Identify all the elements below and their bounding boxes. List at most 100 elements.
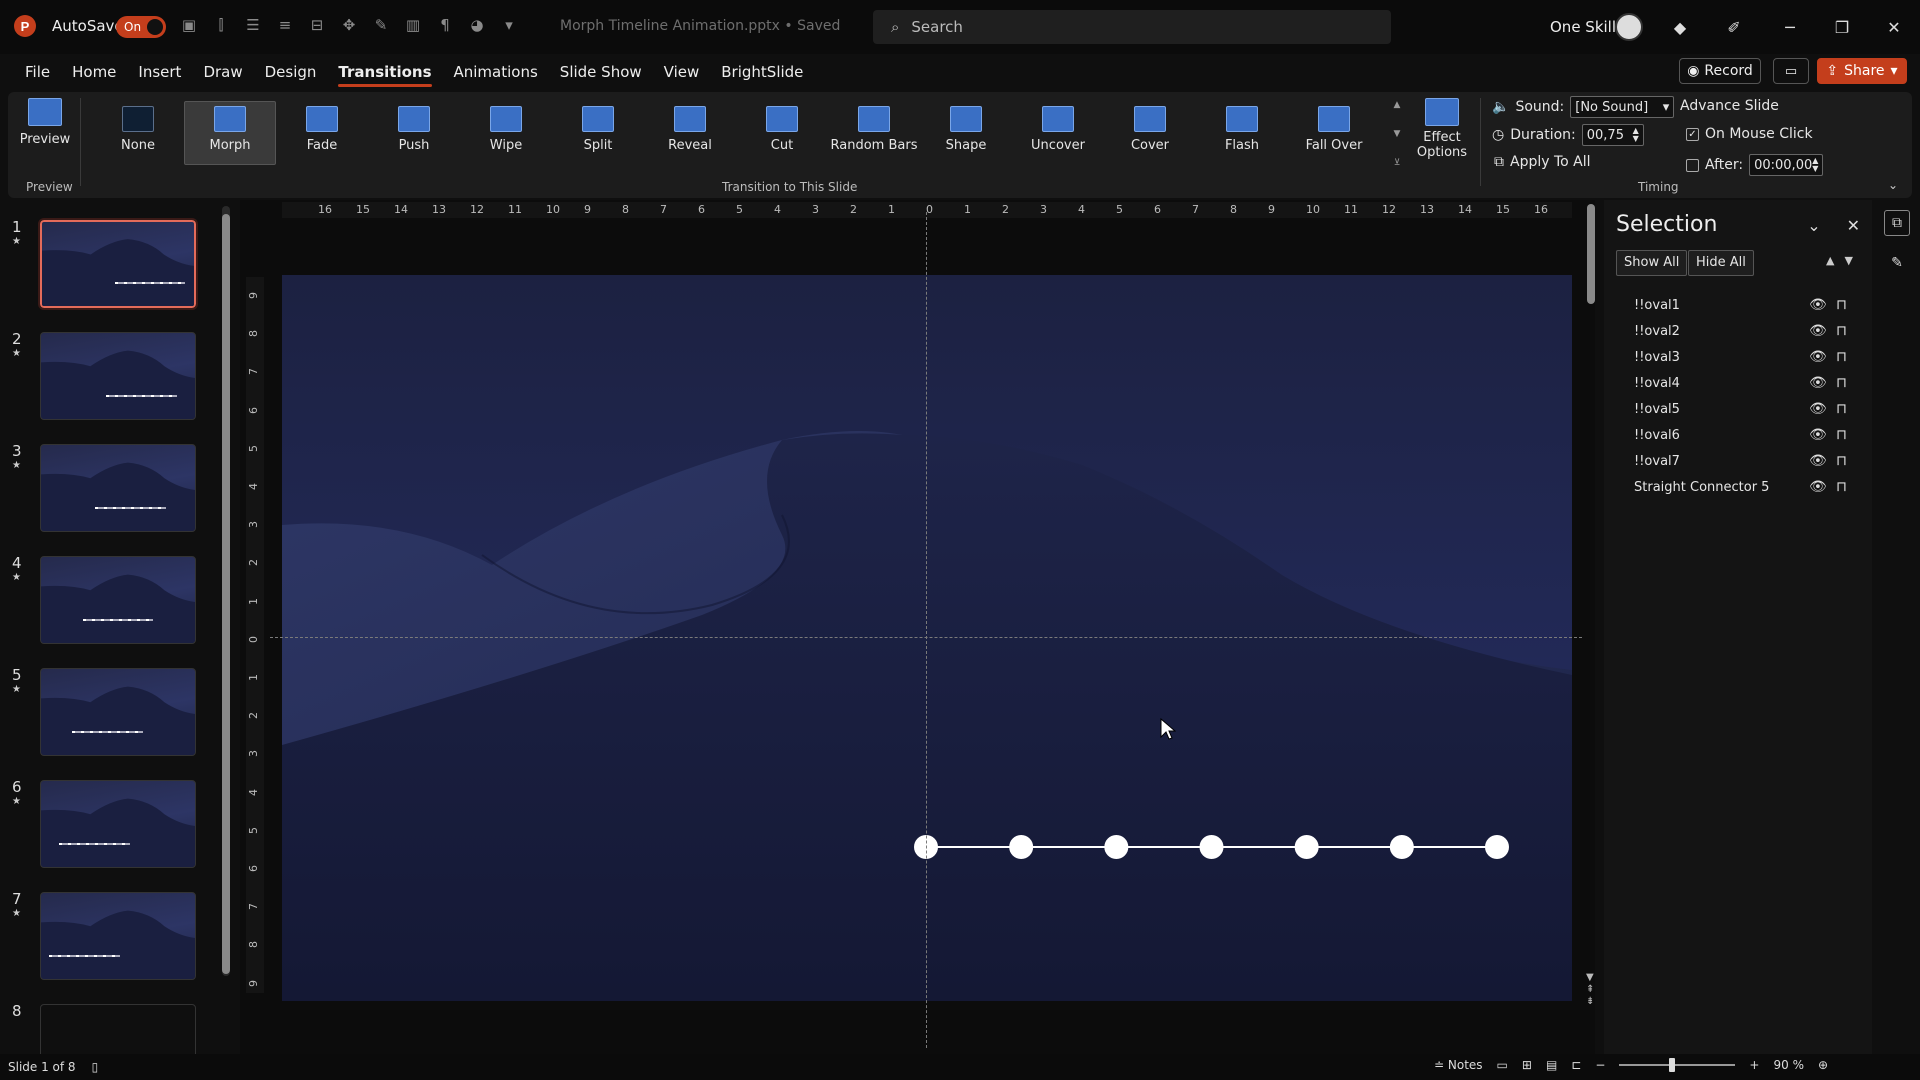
unlock-icon[interactable]: ⊓	[1836, 323, 1847, 339]
account-name[interactable]: One Skill	[1550, 18, 1616, 36]
fit-slide-icon[interactable]: ⊕	[1818, 1058, 1828, 1072]
unlock-icon[interactable]: ⊓	[1836, 349, 1847, 365]
eye-icon[interactable]: 👁	[1809, 375, 1827, 391]
unlock-icon[interactable]: ⊓	[1836, 375, 1847, 391]
eye-icon[interactable]: 👁	[1809, 401, 1827, 417]
slide-thumbnail[interactable]	[40, 668, 196, 756]
after-checkbox[interactable]	[1686, 158, 1699, 172]
eye-icon[interactable]: 👁	[1809, 297, 1827, 313]
after-stepper[interactable]: 00:00,00 ▲ ▼	[1749, 154, 1824, 176]
tab-slide-show[interactable]: Slide Show	[549, 61, 653, 87]
sound-dropdown[interactable]: [No Sound] ▾	[1570, 96, 1675, 118]
align-icon[interactable]: ⫿	[210, 14, 232, 36]
autosave-toggle[interactable]: On	[116, 16, 166, 38]
selection-list-item[interactable]: !!oval4 👁 ⊓	[1604, 370, 1872, 396]
bring-forward-icon[interactable]: ▲	[1826, 254, 1834, 267]
format-painter-icon[interactable]: ✎	[370, 14, 392, 36]
spin-arrows-icon[interactable]: ▲ ▼	[1633, 127, 1639, 143]
notes-button[interactable]: ≐ Notes	[1434, 1058, 1483, 1072]
effect-options-button[interactable]: Effect Options	[1413, 98, 1471, 160]
align-left-icon[interactable]: ≡	[274, 14, 296, 36]
zoom-slider[interactable]	[1619, 1058, 1736, 1072]
share-button[interactable]: ⇪ Share ▾	[1817, 58, 1907, 84]
chart-icon[interactable]: ▥	[402, 14, 424, 36]
slide-thumbnail-row[interactable]: 4 ★	[0, 554, 236, 654]
tab-animations[interactable]: Animations	[443, 61, 549, 87]
slideshow-icon[interactable]: ⊏	[1571, 1058, 1581, 1072]
pen-icon[interactable]: ✐	[1719, 12, 1749, 42]
slide-thumbnail[interactable]	[40, 780, 196, 868]
eye-icon[interactable]: 👁	[1809, 479, 1827, 495]
slide-thumbnail-row[interactable]: 6 ★	[0, 778, 236, 878]
slide-thumbnail-row[interactable]: 1 ★	[0, 218, 236, 318]
accessibility-icon[interactable]: ▯	[92, 1060, 99, 1074]
shape-fill-icon[interactable]: ◕	[466, 14, 488, 36]
zoom-out-icon[interactable]: −	[1595, 1058, 1605, 1072]
hide-all-button[interactable]: Hide All	[1688, 250, 1754, 276]
transition-fall-over[interactable]: Fall Over	[1288, 101, 1380, 165]
zoom-slider-thumb[interactable]	[1669, 1058, 1676, 1072]
slide-canvas[interactable]	[282, 275, 1572, 1001]
save-icon[interactable]: ▣	[178, 14, 200, 36]
eye-icon[interactable]: 👁	[1809, 323, 1827, 339]
gallery-more-icon[interactable]: ⊻	[1394, 158, 1401, 168]
transition-morph[interactable]: Morph	[184, 101, 276, 165]
slide-thumbnail-row[interactable]: 5 ★	[0, 666, 236, 766]
eye-icon[interactable]: 👁	[1809, 453, 1827, 469]
tab-brightslide[interactable]: BrightSlide	[710, 61, 814, 87]
show-all-button[interactable]: Show All	[1616, 250, 1688, 276]
apply-all-button[interactable]: ⧉ Apply To All	[1494, 154, 1591, 170]
selection-list-item[interactable]: !!oval5 👁 ⊓	[1604, 396, 1872, 422]
selection-list-item[interactable]: !!oval1 👁 ⊓	[1604, 292, 1872, 318]
record-button[interactable]: ◉ Record	[1679, 58, 1761, 84]
prev-next-slide-icon[interactable]: ▼ ⇞ ⇟	[1586, 972, 1594, 1008]
transition-shape[interactable]: Shape	[920, 101, 1012, 165]
selection-list-item[interactable]: !!oval7 👁 ⊓	[1604, 448, 1872, 474]
tab-view[interactable]: View	[653, 61, 711, 87]
align-center-icon[interactable]: ☰	[242, 14, 264, 36]
selection-pane-icon[interactable]: ⧉	[1884, 210, 1910, 236]
selection-list-item[interactable]: !!oval6 👁 ⊓	[1604, 422, 1872, 448]
tab-design[interactable]: Design	[254, 61, 328, 87]
collapse-ribbon-icon[interactable]: ⌄	[1888, 178, 1898, 192]
eye-icon[interactable]: 👁	[1809, 427, 1827, 443]
search-input[interactable]: ⌕ Search	[873, 10, 1391, 44]
transition-cover[interactable]: Cover	[1104, 101, 1196, 165]
transition-flash[interactable]: Flash	[1196, 101, 1288, 165]
transition-reveal[interactable]: Reveal	[644, 101, 736, 165]
tab-insert[interactable]: Insert	[127, 61, 192, 87]
distribute-icon[interactable]: ⊟	[306, 14, 328, 36]
move-icon[interactable]: ✥	[338, 14, 360, 36]
comments-button[interactable]: ▭	[1773, 58, 1809, 84]
slide-thumbnail[interactable]	[40, 892, 196, 980]
unlock-icon[interactable]: ⊓	[1836, 427, 1847, 443]
transition-split[interactable]: Split	[552, 101, 644, 165]
tab-draw[interactable]: Draw	[192, 61, 253, 87]
zoom-in-icon[interactable]: +	[1749, 1058, 1759, 1072]
zoom-level[interactable]: 90 %	[1773, 1058, 1804, 1072]
eye-icon[interactable]: 👁	[1809, 349, 1827, 365]
document-title[interactable]: Morph Timeline Animation.pptx • Saved	[560, 18, 840, 34]
slide-thumbnail[interactable]	[40, 444, 196, 532]
slide-sorter-icon[interactable]: ⊞	[1522, 1058, 1532, 1072]
transition-wipe[interactable]: Wipe	[460, 101, 552, 165]
slide-thumbnail[interactable]	[38, 218, 198, 310]
normal-view-icon[interactable]: ▭	[1497, 1058, 1508, 1072]
tab-transitions[interactable]: Transitions	[327, 61, 442, 87]
slide-thumbnail[interactable]	[40, 332, 196, 420]
close-icon[interactable]: ✕	[1847, 216, 1860, 235]
transition-none[interactable]: None	[92, 101, 184, 165]
chevron-up-icon[interactable]: ▲	[1394, 100, 1401, 110]
reading-view-icon[interactable]: ▤	[1546, 1058, 1557, 1072]
duration-stepper[interactable]: 00,75 ▲ ▼	[1581, 124, 1644, 146]
unlock-icon[interactable]: ⊓	[1836, 453, 1847, 469]
avatar[interactable]	[1615, 13, 1643, 41]
transition-random-bars[interactable]: Random Bars	[828, 101, 920, 165]
close-icon[interactable]: ✕	[1868, 0, 1920, 54]
gallery-scroll[interactable]: ▲ ▼ ⊻	[1389, 100, 1405, 168]
send-backward-icon[interactable]: ▼	[1844, 254, 1852, 267]
customize-qat-icon[interactable]: ▾	[498, 14, 520, 36]
chevron-down-icon[interactable]: ▼	[1394, 129, 1401, 139]
spin-arrows-icon[interactable]: ▲ ▼	[1812, 157, 1818, 173]
tab-home[interactable]: Home	[61, 61, 127, 87]
